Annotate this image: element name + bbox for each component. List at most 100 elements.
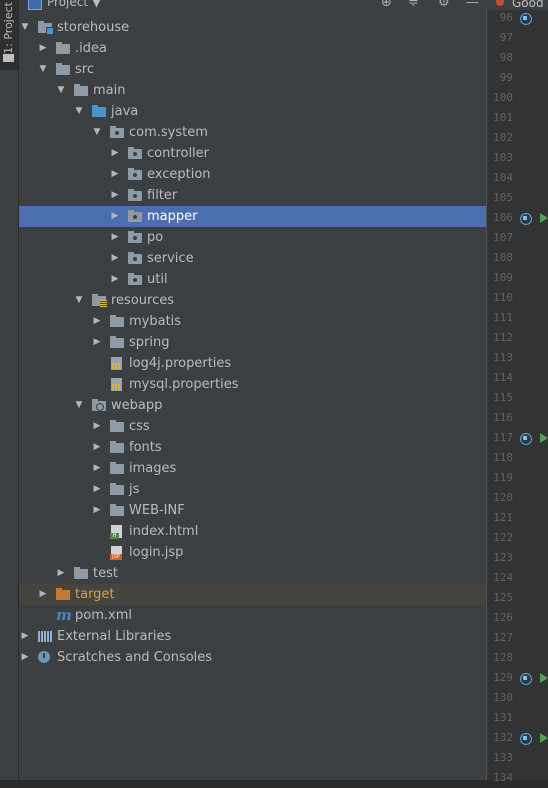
tree-item-mysql-properties[interactable]: mysql.properties: [19, 374, 486, 395]
project-tree: ▼ storehouse ▶ .idea ▼ src ▼ main ▼ java ▼ com.syst…: [19, 17, 486, 668]
collapse-arrow-icon[interactable]: ▶: [109, 269, 121, 290]
tree-item-filter[interactable]: ▶ filter: [19, 185, 486, 206]
tree-item-po[interactable]: ▶ po: [19, 227, 486, 248]
collapse-arrow-icon[interactable]: ▶: [91, 479, 103, 500]
tree-item-mybatis[interactable]: ▶ mybatis: [19, 311, 486, 332]
collapse-arrow-icon[interactable]: ▶: [109, 164, 121, 185]
collapse-arrow-icon[interactable]: ▶: [91, 500, 103, 521]
tree-item-css[interactable]: ▶ css: [19, 416, 486, 437]
implemented-method-icon[interactable]: [518, 671, 532, 685]
tree-item-icon: [56, 588, 70, 601]
collapse-arrow-icon[interactable]: ▶: [91, 437, 103, 458]
collapse-arrow-icon[interactable]: ▶: [109, 206, 121, 227]
tree-item-mapper[interactable]: ▶ mapper: [19, 206, 486, 227]
tree-item-resources[interactable]: ▼ resources: [19, 290, 486, 311]
expand-arrow-icon[interactable]: ▼: [73, 101, 85, 122]
run-icon[interactable]: [540, 733, 548, 743]
tree-item-icon: [56, 63, 70, 76]
tree-item-test[interactable]: ▶ test: [19, 563, 486, 584]
tree-item-web-inf[interactable]: ▶ WEB-INF: [19, 500, 486, 521]
implemented-method-icon[interactable]: [518, 731, 532, 745]
tree-item-login-jsp[interactable]: JSP login.jsp: [19, 542, 486, 563]
tree-item-icon: H: [110, 525, 124, 539]
expand-arrow-icon[interactable]: ▼: [73, 395, 85, 416]
expand-arrow-icon[interactable]: ▼: [19, 17, 31, 38]
implemented-method-icon[interactable]: [518, 211, 532, 225]
tree-item-index-html[interactable]: Hindex.html: [19, 521, 486, 542]
tree-item-log4j-properties[interactable]: log4j.properties: [19, 353, 486, 374]
tree-item-spring[interactable]: ▶ spring: [19, 332, 486, 353]
collapse-arrow-icon[interactable]: ▶: [109, 185, 121, 206]
collapse-arrow-icon[interactable]: ▶: [91, 311, 103, 332]
collapse-arrow-icon[interactable]: ▶: [91, 332, 103, 353]
run-icon[interactable]: [540, 433, 548, 443]
tree-item-label: login.jsp: [129, 545, 184, 560]
tree-item-idea[interactable]: ▶ .idea: [19, 38, 486, 59]
resources-folder-icon: [92, 294, 107, 307]
tree-item-pom-xml[interactable]: m pom.xml: [19, 605, 486, 626]
tree-item-js[interactable]: ▶ js: [19, 479, 486, 500]
tree-item-target[interactable]: ▶ target: [19, 584, 486, 605]
implemented-method-icon[interactable]: [518, 11, 532, 25]
gear-icon[interactable]: ⚙: [438, 0, 450, 10]
module-folder-icon: [38, 21, 54, 35]
tree-item-scratches-and-consoles[interactable]: ▶ Scratches and Consoles: [19, 647, 486, 668]
collapse-arrow-icon[interactable]: ▶: [19, 647, 31, 668]
expand-arrow-icon[interactable]: ▼: [91, 122, 103, 143]
collapse-arrow-icon[interactable]: ▶: [37, 38, 49, 59]
collapse-arrow-icon[interactable]: ▶: [109, 143, 121, 164]
tree-item-label: .idea: [75, 41, 107, 56]
implemented-method-icon[interactable]: [518, 431, 532, 445]
collapse-arrow-icon[interactable]: ▶: [19, 626, 31, 647]
collapse-arrow-icon[interactable]: ▶: [109, 248, 121, 269]
expand-arrow-icon[interactable]: ▼: [37, 59, 49, 80]
tree-item-label: filter: [147, 188, 178, 203]
folder-icon: [56, 63, 70, 75]
collapse-arrow-icon[interactable]: ▶: [91, 458, 103, 479]
tree-item-controller[interactable]: ▶ controller: [19, 143, 486, 164]
package-icon: [128, 147, 142, 159]
crosshair-icon[interactable]: ⊕: [381, 0, 392, 10]
line-number: 109: [493, 271, 513, 284]
tree-item-label: External Libraries: [57, 629, 172, 644]
collapse-arrow-icon[interactable]: ▶: [37, 584, 49, 605]
package-icon: [128, 273, 142, 285]
tree-item-webapp[interactable]: ▼ webapp: [19, 395, 486, 416]
line-number: 113: [493, 351, 513, 364]
tree-item-java[interactable]: ▼ java: [19, 101, 486, 122]
collapse-arrow-icon[interactable]: ▶: [109, 227, 121, 248]
tree-item-icon: [38, 651, 52, 664]
folder-icon: [110, 441, 124, 453]
libraries-icon: [38, 631, 52, 642]
collapse-arrow-icon[interactable]: ▶: [91, 416, 103, 437]
project-view-dropdown[interactable]: Project ▼: [47, 0, 101, 9]
tree-item-storehouse[interactable]: ▼ storehouse: [19, 17, 486, 38]
tree-item-images[interactable]: ▶ images: [19, 458, 486, 479]
tree-item-icon: m: [56, 606, 72, 624]
minimize-icon[interactable]: —: [466, 0, 479, 10]
tree-item-label: js: [129, 482, 140, 497]
collapse-icon[interactable]: ≑: [408, 0, 419, 10]
tree-item-external-libraries[interactable]: ▶ External Libraries: [19, 626, 486, 647]
tree-item-util[interactable]: ▶ util: [19, 269, 486, 290]
expand-arrow-icon[interactable]: ▼: [73, 290, 85, 311]
tree-item-exception[interactable]: ▶ exception: [19, 164, 486, 185]
collapse-arrow-icon[interactable]: ▶: [55, 563, 67, 584]
tree-item-src[interactable]: ▼ src: [19, 59, 486, 80]
tree-item-service[interactable]: ▶ service: [19, 248, 486, 269]
run-icon[interactable]: [540, 673, 548, 683]
expand-arrow-icon[interactable]: ▼: [55, 80, 67, 101]
tree-item-label: po: [147, 230, 164, 245]
tree-item-com-system[interactable]: ▼ com.system: [19, 122, 486, 143]
tree-item-icon: [128, 147, 142, 160]
tree-item-icon: JSP: [110, 546, 124, 560]
tree-item-main[interactable]: ▼ main: [19, 80, 486, 101]
line-number: 129: [493, 671, 513, 684]
run-icon[interactable]: [540, 213, 548, 223]
line-number: 112: [493, 331, 513, 344]
package-icon: [128, 189, 142, 201]
package-icon: [128, 252, 142, 264]
editor-tab-label: Good: [512, 0, 544, 10]
folder-icon: [110, 462, 124, 474]
tree-item-fonts[interactable]: ▶ fonts: [19, 437, 486, 458]
